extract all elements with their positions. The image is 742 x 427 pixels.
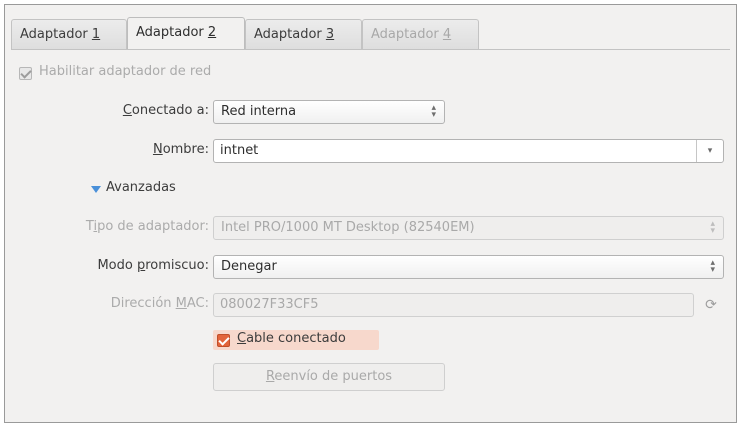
tab-adapter-3-key: 3 (325, 27, 335, 42)
attached-to-label-key: C (122, 103, 132, 118)
tab-adapter-2[interactable]: Adaptador 2 (127, 17, 245, 49)
adapter-type-combo[interactable]: Intel PRO/1000 MT Desktop (82540EM) ▴ ▾ (213, 216, 724, 240)
tab-adapter-4-label: Adaptador (371, 27, 443, 42)
port-forwarding-rest: eenvío de puertos (274, 369, 393, 384)
promiscuous-label-key: p (136, 258, 146, 273)
cable-label-rest: able conectado (246, 331, 346, 346)
promiscuous-value: Denegar (221, 259, 277, 274)
updown-arrows-icon: ▴ ▾ (710, 219, 715, 236)
mac-value: 080027F33CF5 (220, 297, 319, 312)
cable-connected-checkbox[interactable] (217, 334, 230, 347)
tab-adapter-1-label: Adaptador (20, 27, 92, 42)
adapter-type-label-rest: po de adaptador: (97, 219, 209, 234)
promiscuous-label-rest: romiscuo: (145, 258, 209, 273)
mac-label: Dirección MAC: (31, 296, 209, 311)
tab-adapter-4[interactable]: Adaptador 4 (362, 19, 479, 49)
updown-arrows-icon: ▴ ▾ (431, 103, 436, 120)
refresh-mac-icon[interactable]: ⟳ (703, 297, 719, 313)
tab-adapter-2-label: Adaptador (136, 25, 208, 40)
promiscuous-label: Modo promiscuo: (31, 258, 209, 273)
chevron-down-icon[interactable]: ▾ (696, 140, 723, 162)
adapter-panel: Habilitar adaptador de red Conectado a: … (11, 50, 730, 412)
name-combo-entry[interactable]: intnet ▾ (213, 139, 724, 163)
name-label-key: N (152, 142, 163, 157)
enable-adapter-checkbox[interactable] (19, 67, 32, 80)
cable-label-key: C (237, 331, 247, 346)
promiscuous-combo[interactable]: Denegar ▴ ▾ (213, 255, 724, 279)
tab-adapter-1-key: 1 (91, 27, 101, 42)
mac-label-pre: Dirección (110, 296, 176, 311)
port-forwarding-button[interactable]: Reenvío de puertos (213, 363, 445, 391)
enable-adapter-label: Habilitar adaptador de red (39, 64, 212, 79)
attached-to-label-rest: onectado a: (131, 103, 209, 118)
expander-arrow-icon[interactable] (91, 186, 101, 193)
tab-adapter-3[interactable]: Adaptador 3 (245, 19, 362, 49)
tab-adapter-4-key: 4 (442, 27, 452, 42)
name-label: Nombre: (31, 142, 209, 157)
adapter-type-value: Intel PRO/1000 MT Desktop (82540EM) (221, 220, 475, 235)
settings-frame: Adaptador 1 Adaptador 2 Adaptador 3 Adap… (4, 4, 737, 423)
name-value: intnet (220, 143, 259, 158)
tab-adapter-2-key: 2 (207, 25, 217, 40)
attached-to-value: Red interna (221, 104, 297, 119)
mac-label-key: M (175, 296, 187, 311)
tab-adapter-1[interactable]: Adaptador 1 (11, 19, 127, 49)
adapter-type-label: Tipo de adaptador: (31, 219, 209, 234)
advanced-expander-label[interactable]: Avanzadas (106, 180, 176, 195)
cable-connected-label[interactable]: Cable conectado (237, 331, 346, 346)
updown-arrows-icon: ▴ ▾ (710, 258, 715, 275)
promiscuous-label-pre: Modo (97, 258, 137, 273)
tab-adapter-3-label: Adaptador (254, 27, 326, 42)
mac-label-rest: AC: (186, 296, 209, 311)
attached-to-combo[interactable]: Red interna ▴ ▾ (213, 100, 445, 124)
mac-address-field[interactable]: 080027F33CF5 (213, 293, 694, 317)
name-label-rest: ombre: (162, 142, 209, 157)
attached-to-label: Conectado a: (31, 103, 209, 118)
